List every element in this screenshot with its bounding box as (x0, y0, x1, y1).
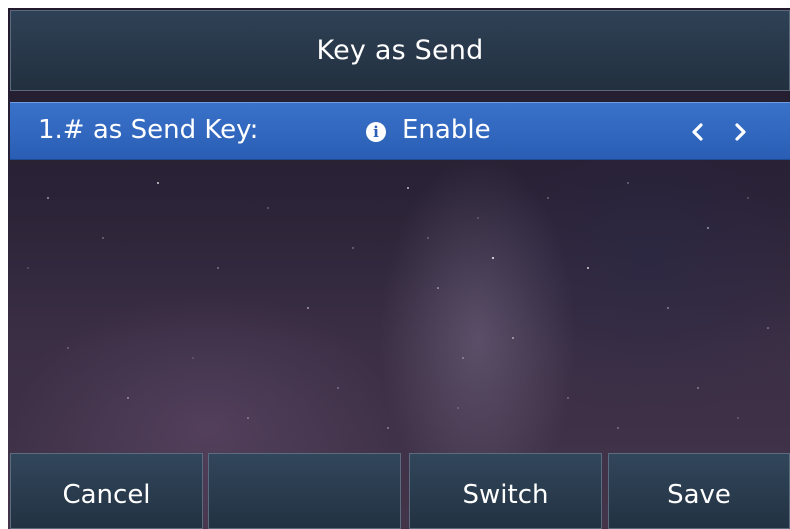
softkey-bar: Cancel Switch Save (8, 453, 790, 529)
page-title: Key as Send (316, 35, 484, 66)
cancel-button[interactable]: Cancel (10, 453, 203, 529)
switch-button[interactable]: Switch (409, 453, 602, 529)
empty-softkey-button[interactable] (208, 453, 401, 529)
setting-label: 1.# as Send Key: (38, 115, 259, 145)
chevron-right-icon[interactable] (728, 117, 752, 147)
save-button[interactable]: Save (608, 453, 790, 529)
setting-row-send-key[interactable]: 1.# as Send Key: i Enable (10, 102, 790, 160)
info-circle-icon: i (366, 122, 386, 142)
setting-value: Enable (402, 115, 491, 145)
phone-screen: Key as Send 1.# as Send Key: i Enable Ca… (0, 0, 790, 529)
title-bar: Key as Send (10, 10, 790, 91)
chevron-left-icon[interactable] (686, 117, 710, 147)
